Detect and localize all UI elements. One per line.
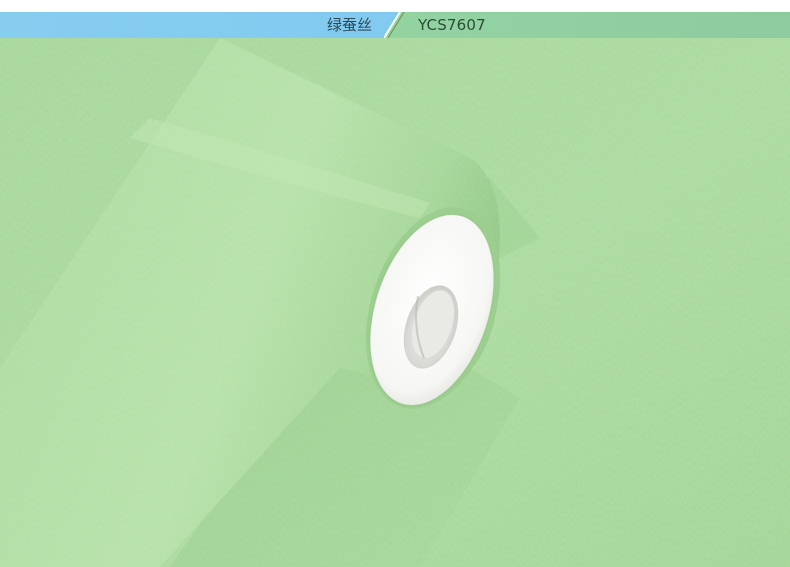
model-code-label: YCS7607 (418, 16, 486, 34)
product-header-bar: 绿蚕丝 YCS7607 (0, 12, 790, 38)
slash-divider-icon (384, 12, 408, 38)
wallpaper-roll-icon (0, 38, 790, 567)
color-name-label: 绿蚕丝 (326, 16, 372, 34)
product-detail-page: 绿蚕丝 YCS7607 (0, 0, 790, 567)
top-margin (0, 0, 790, 12)
wallpaper-roll-photo (0, 38, 790, 567)
